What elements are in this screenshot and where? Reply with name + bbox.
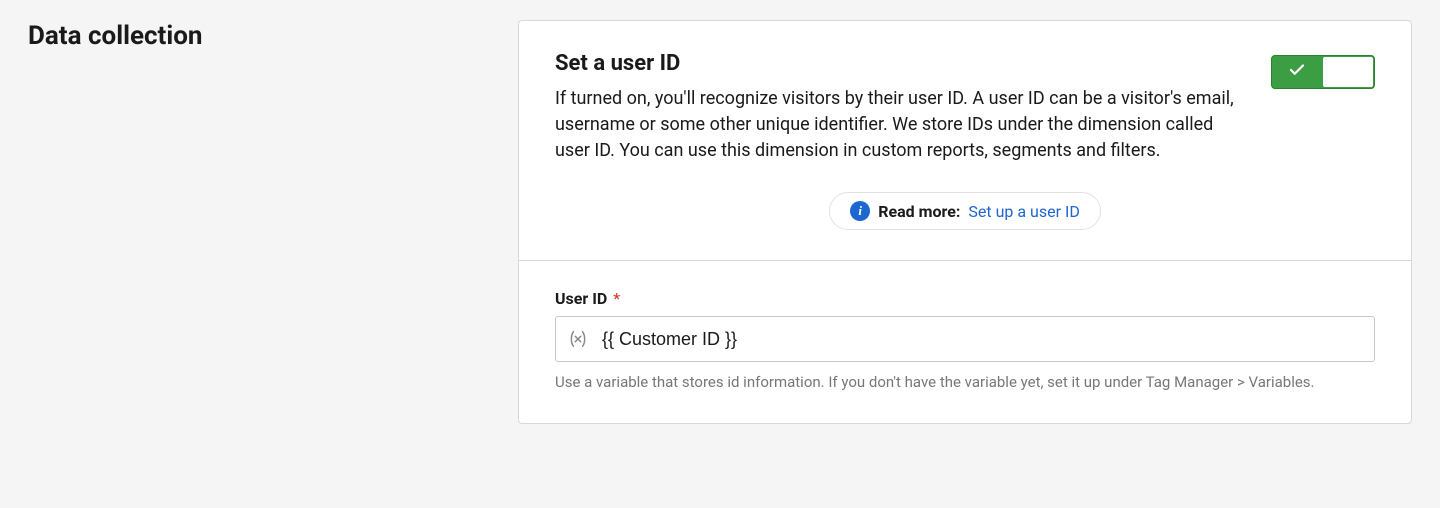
user-id-help: Use a variable that stores id informatio…	[555, 372, 1375, 393]
settings-card: Set a user ID If turned on, you'll recog…	[518, 20, 1412, 424]
user-id-input[interactable]	[555, 316, 1375, 362]
readmore-link[interactable]: Set up a user ID	[968, 202, 1079, 221]
user-id-toggle[interactable]	[1271, 55, 1375, 89]
readmore-label: Read more:	[878, 202, 960, 221]
card-title: Set a user ID	[555, 51, 1241, 76]
card-description: If turned on, you'll recognize visitors …	[555, 86, 1241, 164]
section-title: Data collection	[28, 20, 518, 54]
check-icon	[1288, 61, 1306, 83]
user-id-label: User ID	[555, 289, 607, 308]
info-icon: i	[850, 201, 870, 221]
readmore-pill: i Read more: Set up a user ID	[829, 192, 1101, 230]
variable-icon	[567, 328, 589, 350]
required-marker: *	[613, 289, 620, 308]
toggle-thumb	[1323, 57, 1373, 87]
